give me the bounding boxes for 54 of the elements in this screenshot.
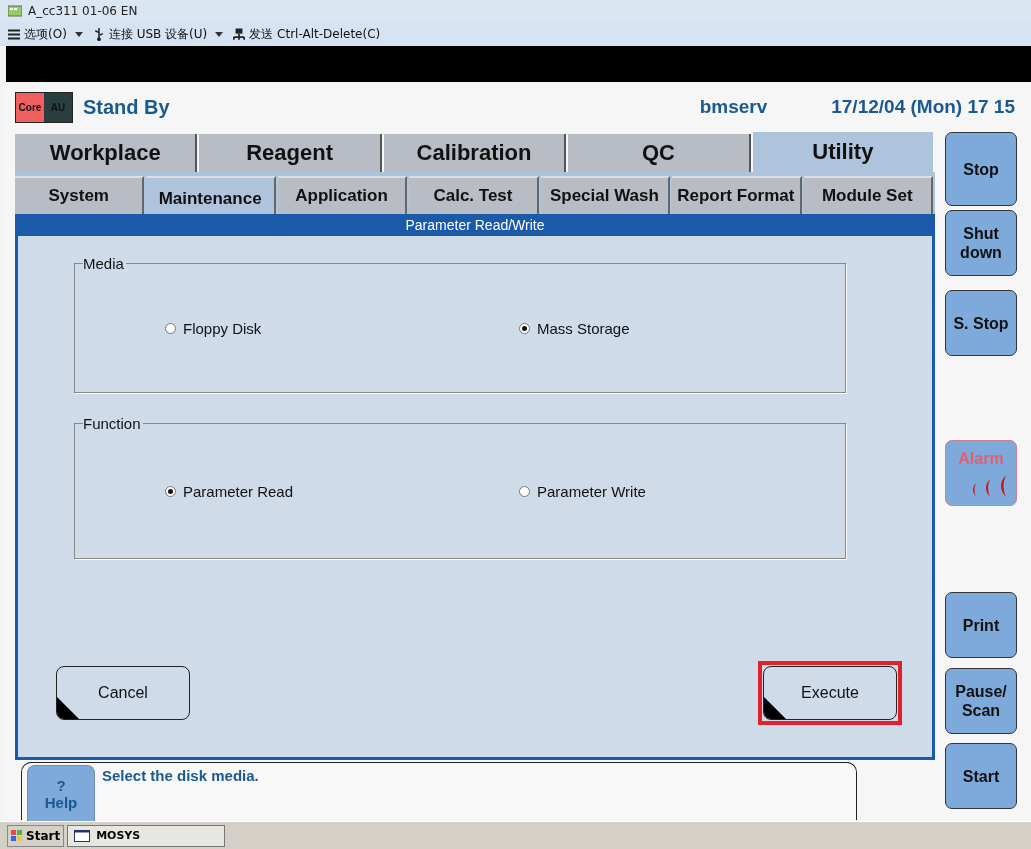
- radio-option[interactable]: Parameter Write: [519, 482, 845, 500]
- sub-tab[interactable]: Report Format: [672, 176, 802, 214]
- sub-tab[interactable]: Special Wash: [540, 176, 671, 214]
- side-button[interactable]: Print: [945, 592, 1017, 658]
- radio-label: Parameter Read: [183, 482, 294, 500]
- radio-label: Mass Storage: [537, 319, 630, 337]
- radio-button[interactable]: [165, 322, 176, 334]
- radio-option[interactable]: Mass Storage: [519, 319, 845, 337]
- group-title: Function: [83, 415, 143, 432]
- window-icon: [74, 829, 91, 842]
- usb-icon: [92, 27, 105, 41]
- window-title: A_cc311 01-06 EN: [28, 4, 138, 18]
- side-button[interactable]: Stop: [945, 132, 1017, 206]
- sub-tab[interactable]: Maintenance: [146, 176, 276, 214]
- action-button[interactable]: Execute: [763, 666, 897, 720]
- date-time: 17/12/04 (Mon) 17 15: [831, 96, 1015, 118]
- user-name: bmserv: [699, 96, 768, 118]
- status-text: Stand By: [83, 95, 170, 119]
- radio-button[interactable]: [519, 322, 530, 334]
- main-tab[interactable]: QC: [568, 134, 751, 172]
- action-button[interactable]: Cancel: [56, 666, 190, 720]
- help-message: Select the disk media.: [102, 767, 259, 784]
- radio-option[interactable]: Parameter Read: [165, 482, 519, 500]
- radio-label: Floppy Disk: [183, 319, 262, 337]
- main-tab[interactable]: Reagent: [199, 134, 382, 172]
- main-tab[interactable]: Utility: [752, 132, 934, 172]
- radio-button[interactable]: [165, 485, 176, 497]
- panel-title: Parameter Read/Write: [18, 214, 932, 236]
- corner-icon: [57, 697, 79, 719]
- network-icon: [233, 27, 246, 41]
- main-tab[interactable]: Calibration: [383, 134, 567, 172]
- taskbar-task[interactable]: MOSYS: [67, 824, 226, 847]
- toolbar-menu[interactable]: 选项(O): [8, 25, 83, 43]
- sub-tab[interactable]: System: [15, 176, 145, 214]
- side-button[interactable]: Shut down: [945, 210, 1017, 276]
- group-title: Media: [83, 255, 126, 272]
- sub-tab[interactable]: Calc. Test: [409, 176, 539, 214]
- module-badge: Core: [16, 92, 44, 122]
- toolbar-menu[interactable]: 连接 USB 设备(U): [92, 25, 224, 43]
- toolbar-menu[interactable]: 发送 Ctrl-Alt-Delete(C): [233, 25, 381, 43]
- menu-icon: [8, 27, 20, 41]
- app-icon: [8, 5, 22, 17]
- side-button[interactable]: Start: [945, 743, 1017, 809]
- side-button[interactable]: Pause/ Scan: [945, 668, 1017, 734]
- radio-option[interactable]: Floppy Disk: [165, 319, 519, 337]
- windows-logo-icon: [11, 829, 23, 842]
- side-button[interactable]: S. Stop: [945, 290, 1017, 356]
- sub-tab[interactable]: Module Set: [803, 176, 933, 214]
- radio-label: Parameter Write: [537, 482, 646, 500]
- radio-button[interactable]: [519, 485, 530, 497]
- corner-icon: [764, 697, 786, 719]
- main-tab[interactable]: Workplace: [15, 134, 198, 172]
- start-button[interactable]: Start: [7, 824, 65, 847]
- sub-tab[interactable]: Application: [277, 176, 408, 214]
